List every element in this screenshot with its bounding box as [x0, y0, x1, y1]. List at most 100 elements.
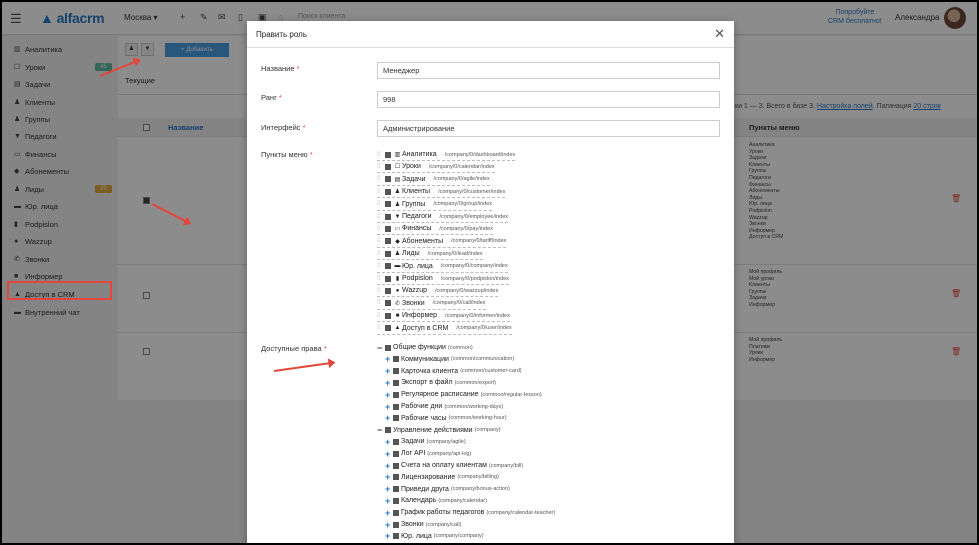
close-icon[interactable]: ✕ [714, 26, 725, 42]
menu-item-row[interactable]: ⁞⁞ ▮ Podpislon/company/0/podpislon/index [377, 273, 509, 285]
drag-handle-icon[interactable]: ⁞⁞ [377, 251, 383, 257]
drag-handle-icon[interactable]: ⁞⁞ [377, 201, 383, 207]
menu-item-row[interactable]: ⁞⁞ ▼ Педагоги/company/0/employee/index [377, 211, 508, 223]
drag-handle-icon[interactable]: ⁞⁞ [377, 189, 383, 195]
rights-checkbox[interactable] [393, 379, 399, 386]
menu-item-row[interactable]: ⁞⁞ ▬ Юр. лица/company/0/company/index [377, 261, 508, 273]
menu-item-checkbox[interactable] [385, 188, 391, 195]
expand-icon[interactable]: + [385, 354, 393, 364]
drag-handle-icon[interactable]: ⁞⁞ [377, 288, 383, 294]
expand-icon[interactable]: + [385, 366, 393, 376]
expand-icon[interactable]: + [385, 402, 393, 412]
rights-tree-item[interactable]: − Управление действиями (company) [377, 425, 501, 436]
rights-checkbox[interactable] [385, 344, 391, 351]
expand-icon[interactable]: + [385, 437, 393, 447]
drag-handle-icon[interactable]: ⁞⁞ [377, 238, 383, 244]
menu-item-row[interactable]: ⁞⁞ ▭ Финансы/company/0/pay/index [377, 223, 493, 236]
drag-handle-icon[interactable]: ⁞⁞ [377, 164, 383, 170]
drag-handle-icon[interactable]: ⁞⁞ [377, 300, 383, 306]
rights-checkbox[interactable] [393, 474, 399, 481]
expand-icon[interactable]: + [385, 484, 393, 494]
rights-tree-item[interactable]: + Задачи (company/agile) [385, 436, 466, 447]
rights-checkbox[interactable] [393, 391, 399, 398]
menu-item-row[interactable]: ⁞⁞ ▲ Доступ в CRM/company/0/user/index [377, 323, 512, 335]
menu-item-checkbox[interactable] [385, 151, 391, 158]
menu-item-checkbox[interactable] [385, 263, 391, 270]
rights-checkbox[interactable] [393, 356, 399, 363]
rights-checkbox[interactable] [393, 521, 399, 528]
rights-tree-item[interactable]: + Рабочие часы (common/working-hour) [385, 413, 507, 424]
menu-item-checkbox[interactable] [385, 213, 391, 220]
expand-icon[interactable]: + [385, 496, 393, 506]
rights-tree-item[interactable]: + Звонки (company/call) [385, 519, 461, 530]
menu-item-row[interactable]: ⁞⁞ ◆ Абонементы/company/0/tariff/index [377, 236, 507, 248]
rights-checkbox[interactable] [393, 497, 399, 504]
expand-icon[interactable]: + [385, 378, 393, 388]
menu-item-row[interactable]: ⁞⁞ ♟ Группы/company/0/group/index [377, 199, 493, 211]
rights-checkbox[interactable] [393, 368, 399, 375]
menu-item-row[interactable]: ⁞⁞ ■ Информер/company/0/informer/index [377, 310, 510, 323]
rights-checkbox[interactable] [393, 415, 399, 422]
rights-tree-item[interactable]: + Календарь (company/calendar) [385, 495, 487, 506]
menu-item-checkbox[interactable] [385, 250, 391, 257]
rights-checkbox[interactable] [393, 450, 399, 457]
menu-item-row[interactable]: ⁞⁞ ♟ Лиды/company/0/lead/index [377, 248, 483, 261]
rights-tree-item[interactable]: + Карточка клиента (common/customer-card) [385, 366, 522, 377]
expand-icon[interactable]: + [385, 508, 393, 518]
expand-icon[interactable]: + [385, 413, 393, 423]
expand-icon[interactable]: + [385, 531, 393, 541]
menu-item-checkbox[interactable] [385, 300, 391, 307]
rights-tree-item[interactable]: + Лог API (company/api-log) [385, 448, 471, 459]
drag-handle-icon[interactable]: ⁞⁞ [377, 325, 383, 331]
drag-handle-icon[interactable]: ⁞⁞ [377, 263, 383, 269]
menu-item-row[interactable]: ⁞⁞ ♟ Клиенты/company/0/customer/index [377, 186, 506, 199]
menu-item-checkbox[interactable] [385, 325, 391, 332]
menu-item-checkbox[interactable] [385, 238, 391, 245]
interface-input[interactable] [377, 120, 720, 137]
rights-tree-item[interactable]: + Юр. лица (company/company) [385, 531, 484, 542]
rights-tree-item[interactable]: + Приведи друга (company/bonus-action) [385, 484, 510, 495]
expand-icon[interactable]: + [385, 520, 393, 530]
rights-checkbox[interactable] [393, 533, 399, 540]
rights-checkbox[interactable] [393, 403, 399, 410]
collapse-icon[interactable]: − [377, 425, 385, 435]
rights-tree-item[interactable]: + Экспорт в файл (common/export) [385, 377, 496, 388]
name-input[interactable] [377, 62, 720, 79]
menu-item-row[interactable]: ⁞⁞ ● Wazzup/company/0/wazzup/index [377, 285, 499, 298]
menu-item-row[interactable]: ⁞⁞ ▤ Задачи/company/0/agile/index [377, 174, 490, 186]
menu-item-checkbox[interactable] [385, 163, 391, 170]
rights-tree-item[interactable]: − Общие функции (common) [377, 342, 473, 353]
drag-handle-icon[interactable]: ⁞⁞ [377, 152, 383, 158]
rights-checkbox[interactable] [393, 462, 399, 469]
menu-item-checkbox[interactable] [385, 201, 391, 208]
drag-handle-icon[interactable]: ⁞⁞ [377, 214, 383, 220]
rights-checkbox[interactable] [393, 486, 399, 493]
menu-item-checkbox[interactable] [385, 275, 391, 282]
drag-handle-icon[interactable]: ⁞⁞ [377, 226, 383, 232]
rights-tree-item[interactable]: + Регулярное расписание (common/regular-le… [385, 389, 542, 400]
menu-item-row[interactable]: ⁞⁞ ☐ Уроки/company/0/calendar/index [377, 161, 495, 174]
menu-item-row[interactable]: ⁞⁞ ▥ Аналитика/company/0/dashboard/index [377, 149, 516, 161]
menu-item-row[interactable]: ⁞⁞ ✆ Звонки/company/0/call/index [377, 298, 486, 310]
collapse-icon[interactable]: − [377, 343, 385, 353]
rights-checkbox[interactable] [385, 427, 391, 434]
menu-item-checkbox[interactable] [385, 225, 391, 232]
rights-checkbox[interactable] [393, 438, 399, 445]
rights-tree-item[interactable]: + График работы педагогов (company/calenda… [385, 507, 555, 518]
drag-handle-icon[interactable]: ⁞⁞ [377, 276, 383, 282]
rank-input[interactable] [377, 91, 720, 108]
drag-handle-icon[interactable]: ⁞⁞ [377, 313, 383, 319]
expand-icon[interactable]: + [385, 472, 393, 482]
menu-item-checkbox[interactable] [385, 312, 391, 319]
menu-item-checkbox[interactable] [385, 287, 391, 294]
menu-item-checkbox[interactable] [385, 176, 391, 183]
rights-tree-item[interactable]: + Коммуникации (common/communication) [385, 354, 514, 365]
expand-icon[interactable]: + [385, 449, 393, 459]
expand-icon[interactable]: + [385, 390, 393, 400]
rights-tree-item[interactable]: + Счета на оплату клиентам (company/bill) [385, 460, 523, 471]
rights-checkbox[interactable] [393, 509, 399, 516]
expand-icon[interactable]: + [385, 461, 393, 471]
rights-tree-item[interactable]: + Лицензирование (company/billing) [385, 472, 499, 483]
drag-handle-icon[interactable]: ⁞⁞ [377, 176, 383, 182]
rights-tree-item[interactable]: + Рабочие дни (common/working-days) [385, 401, 503, 412]
